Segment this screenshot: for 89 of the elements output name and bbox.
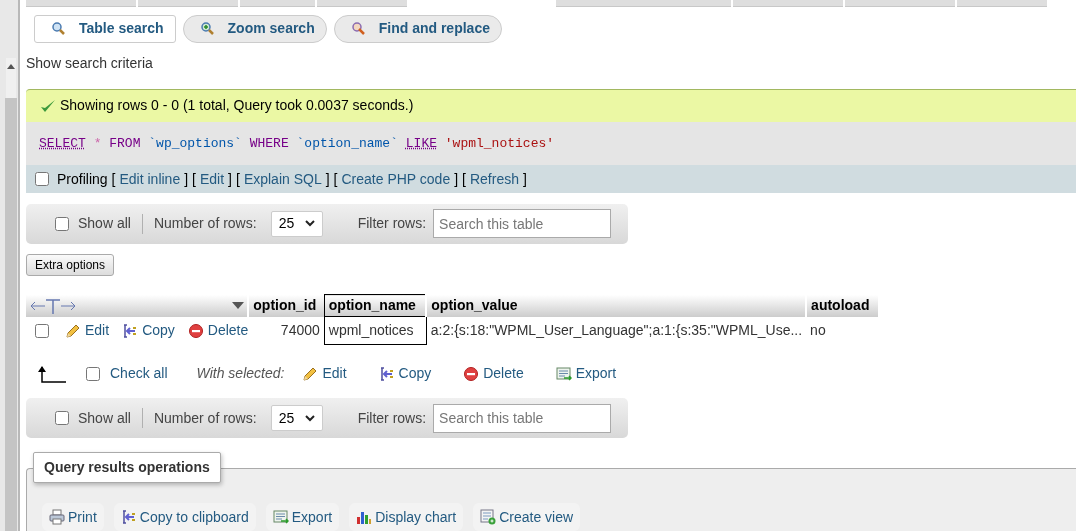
copy-icon <box>122 323 139 339</box>
panel-title: Query results operations <box>33 452 221 483</box>
tab[interactable] <box>138 0 238 7</box>
operation-button[interactable]: Export <box>265 503 340 531</box>
search-field[interactable]: Search this table <box>433 209 612 239</box>
link[interactable]: Explain SQL <box>243 168 322 190</box>
chevron-down-icon <box>304 414 315 422</box>
checkbox[interactable] <box>55 216 69 231</box>
link[interactable]: Edit inline <box>119 168 181 190</box>
bulk-action-button[interactable]: Export <box>555 363 617 385</box>
column-header[interactable]: option_name <box>324 295 427 317</box>
sql-query: SELECT * FROM `wp_options` WHERE `option_name` LIKE 'wpml_notices' <box>39 134 555 153</box>
row-action-link[interactable]: Edit <box>65 320 110 342</box>
table-cell: 74000 <box>248 317 325 345</box>
pencil-icon <box>65 323 81 339</box>
tab[interactable]: Zoom search <box>182 14 327 43</box>
link[interactable]: Edit <box>199 168 225 190</box>
profiling-label: Profiling <box>57 169 108 189</box>
with-selected-label: With selected: <box>196 364 285 384</box>
bracket-text: [ <box>462 169 466 189</box>
extra-options-button[interactable]: Extra options <box>26 253 115 277</box>
zoom-plus-icon <box>199 20 216 37</box>
bracket-text: [ <box>111 169 116 189</box>
operation-button[interactable]: Create view <box>473 503 581 531</box>
checkbox[interactable] <box>86 366 100 381</box>
column-header[interactable]: autoload <box>806 295 879 317</box>
rows-label: Number of rows: <box>153 408 257 428</box>
tab[interactable] <box>26 0 136 7</box>
column-arrows-icon[interactable] <box>30 298 78 314</box>
link[interactable]: Create PHP code <box>341 168 451 190</box>
rows-dropdown[interactable]: 25 <box>270 405 323 432</box>
operation-button[interactable]: Copy to clipboard <box>113 503 256 531</box>
rows-label: Number of rows: <box>153 214 257 234</box>
bar-chart-icon <box>356 509 373 525</box>
tab[interactable] <box>733 0 843 7</box>
column-header[interactable]: option_id <box>248 295 325 317</box>
bracket-text: ] <box>184 169 189 189</box>
bulk-action-button[interactable]: Delete <box>463 363 524 385</box>
search-field[interactable]: Search this table <box>433 403 612 433</box>
copy-icon <box>378 365 395 382</box>
pencil-icon <box>302 365 319 382</box>
filter-label: Filter rows: <box>357 214 427 234</box>
minus-circle-icon <box>187 323 204 339</box>
search-icon <box>51 20 67 37</box>
rows-dropdown[interactable]: 25 <box>270 210 323 237</box>
link[interactable]: Refresh <box>469 168 519 190</box>
bracket-text: [ <box>192 169 196 189</box>
checkbox[interactable] <box>35 172 49 187</box>
document-plus-icon <box>480 509 497 525</box>
show-search-criteria-link[interactable]: Show search criteria <box>26 52 1076 74</box>
show-all-label: Show all <box>78 214 131 234</box>
tab[interactable] <box>240 0 315 7</box>
bulk-action-button[interactable]: Edit <box>302 363 347 385</box>
checkbox[interactable] <box>55 411 69 426</box>
row-action-link[interactable]: Delete <box>187 320 249 342</box>
success-message: Showing rows 0 - 0 (1 total, Query took 0.0037 seconds.) <box>60 96 414 116</box>
arrow-up-corner-icon <box>38 364 66 383</box>
checkmark-icon <box>40 98 56 113</box>
row-action-link[interactable]: Copy <box>122 320 175 342</box>
chevron-down-icon <box>304 220 315 228</box>
show-all-label: Show all <box>78 408 131 428</box>
bracket-text: ] <box>228 169 232 189</box>
bracket-text: ] <box>325 169 330 189</box>
operation-button[interactable]: Print <box>42 503 104 531</box>
column-header[interactable]: option_value <box>426 295 807 317</box>
bracket-text: ] <box>523 169 527 189</box>
bracket-text: [ <box>236 169 240 189</box>
printer-icon <box>49 509 65 525</box>
table-cell: a:2:{s:18:"WPML_User_Language";a:1:{s:35:"WPML_Use... <box>426 317 807 345</box>
check-all-label[interactable]: Check all <box>110 363 168 385</box>
minus-circle-icon <box>463 365 480 382</box>
tab[interactable] <box>845 0 955 7</box>
table-cell: no <box>806 317 879 345</box>
tab[interactable] <box>957 0 1047 7</box>
scroll-up-icon[interactable] <box>6 58 16 98</box>
sort-triangle-icon[interactable] <box>232 302 245 310</box>
bracket-text: [ <box>333 169 338 189</box>
filter-label: Filter rows: <box>357 408 427 428</box>
checkbox[interactable] <box>35 324 49 338</box>
tab[interactable]: Table search <box>34 14 176 43</box>
bracket-text: ] <box>454 169 459 189</box>
copy-icon <box>120 509 137 525</box>
tab[interactable] <box>317 0 407 7</box>
operation-button[interactable]: Display chart <box>349 503 464 531</box>
table-cell: wpml_notices <box>324 317 427 345</box>
bulk-action-button[interactable]: Copy <box>378 363 432 385</box>
tab[interactable]: Find and replace <box>333 14 502 43</box>
tab[interactable] <box>556 0 731 7</box>
scrollbar-thumb[interactable] <box>5 98 17 531</box>
